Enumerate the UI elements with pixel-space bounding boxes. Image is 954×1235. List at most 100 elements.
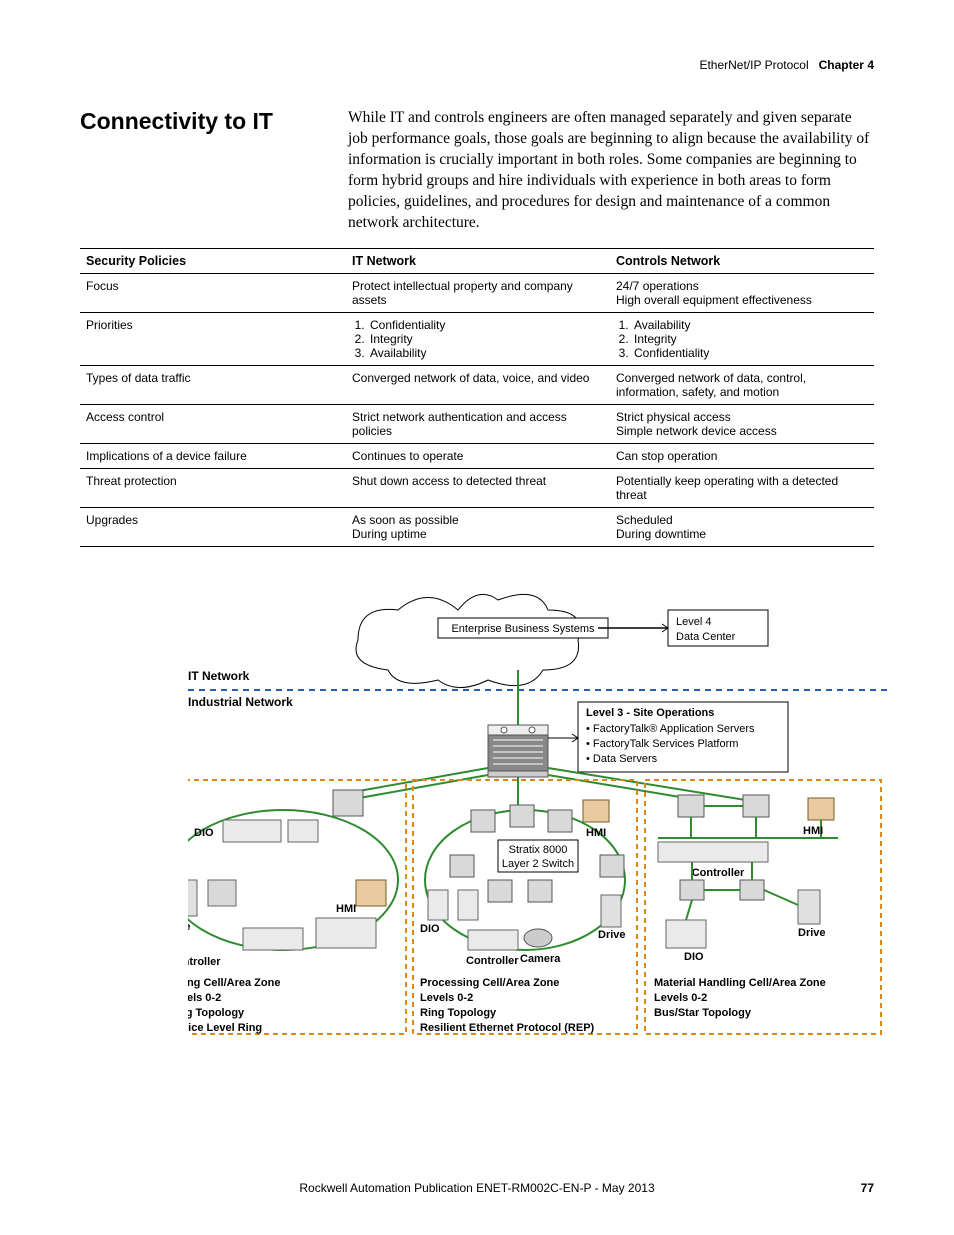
label-dio: DIO bbox=[420, 923, 440, 935]
table-row: Threat protectionShut down access to det… bbox=[80, 469, 874, 508]
page-footer: Rockwell Automation Publication ENET-RM0… bbox=[80, 1181, 874, 1195]
core-switch-icon bbox=[488, 725, 548, 777]
controls-network-cell: AvailabilityIntegrityConfidentiality bbox=[610, 313, 874, 366]
it-network-cell: Converged network of data, voice, and vi… bbox=[346, 366, 610, 405]
controls-network-cell: Potentially keep operating with a detect… bbox=[610, 469, 874, 508]
network-diagram: Enterprise Business Systems Level 4 Data… bbox=[188, 580, 888, 1040]
label-camera: Camera bbox=[520, 953, 561, 965]
publication-id: Rockwell Automation Publication ENET-RM0… bbox=[80, 1181, 874, 1195]
camera-icon bbox=[524, 929, 552, 947]
row-label: Focus bbox=[80, 274, 346, 313]
table-row: PrioritiesConfidentialityIntegrityAvaila… bbox=[80, 313, 874, 366]
list-item: Integrity bbox=[368, 332, 604, 346]
zone1-title: Filling Cell/Area Zone bbox=[188, 977, 280, 989]
it-network-cell: Strict network authentication and access… bbox=[346, 405, 610, 444]
list-item: Confidentiality bbox=[368, 318, 604, 332]
label-hmi: HMI bbox=[336, 903, 356, 915]
table-row: FocusProtect intellectual property and c… bbox=[80, 274, 874, 313]
list-item: Availability bbox=[632, 318, 868, 332]
level3-item: • FactoryTalk® Application Servers bbox=[586, 723, 755, 735]
device-icon bbox=[458, 890, 478, 920]
switch-icon bbox=[548, 810, 572, 832]
label-controller: Controller bbox=[466, 955, 519, 967]
row-label: Implications of a device failure bbox=[80, 444, 346, 469]
header-section: EtherNet/IP Protocol bbox=[699, 58, 808, 72]
row-label: Types of data traffic bbox=[80, 366, 346, 405]
level3-title: Level 3 - Site Operations bbox=[586, 707, 714, 719]
hmi-icon bbox=[808, 798, 834, 820]
controller-icon bbox=[658, 842, 768, 862]
row-label: Priorities bbox=[80, 313, 346, 366]
switch-icon bbox=[450, 855, 474, 877]
level3-item: • FactoryTalk Services Platform bbox=[586, 738, 738, 750]
device-rack-icon bbox=[316, 918, 376, 948]
col-header: IT Network bbox=[346, 249, 610, 274]
dio-module-icon bbox=[223, 820, 281, 842]
it-network-cell: As soon as possibleDuring uptime bbox=[346, 508, 610, 547]
zone3-title: Material Handling Cell/Area Zone bbox=[654, 977, 826, 989]
controls-network-cell: Strict physical accessSimple network dev… bbox=[610, 405, 874, 444]
zone1-line: Ring Topology bbox=[188, 1007, 245, 1019]
cloud-enterprise-systems: Enterprise Business Systems bbox=[356, 594, 608, 687]
it-network-cell: Protect intellectual property and compan… bbox=[346, 274, 610, 313]
label-controller: Controller bbox=[188, 956, 221, 968]
zone2-line: Resilient Ethernet Protocol (REP) bbox=[420, 1022, 595, 1034]
table-row: Access controlStrict network authenticat… bbox=[80, 405, 874, 444]
table-header-row: Security Policies IT Network Controls Ne… bbox=[80, 249, 874, 274]
level3-box: Level 3 - Site Operations • FactoryTalk®… bbox=[548, 702, 788, 772]
page: EtherNet/IP Protocol Chapter 4 Connectiv… bbox=[0, 0, 954, 1235]
header-chapter: Chapter 4 bbox=[819, 58, 874, 72]
table-row: UpgradesAs soon as possibleDuring uptime… bbox=[80, 508, 874, 547]
controls-network-cell: Converged network of data, control, info… bbox=[610, 366, 874, 405]
dio-icon bbox=[666, 920, 706, 948]
level4-line1: Level 4 bbox=[676, 616, 711, 628]
it-network-cell: Continues to operate bbox=[346, 444, 610, 469]
table-body: FocusProtect intellectual property and c… bbox=[80, 274, 874, 547]
zone3-line: Levels 0-2 bbox=[654, 992, 707, 1004]
cloud-label: Enterprise Business Systems bbox=[451, 623, 595, 635]
row-label: Access control bbox=[80, 405, 346, 444]
device-icon bbox=[288, 820, 318, 842]
switch-icon bbox=[528, 880, 552, 902]
controller-icon bbox=[243, 928, 303, 950]
switch-icon bbox=[600, 855, 624, 877]
level4-line2: Data Center bbox=[676, 631, 736, 643]
label-dio: DIO bbox=[194, 827, 214, 839]
intro-paragraph: While IT and controls engineers are ofte… bbox=[348, 108, 872, 234]
security-policies-table: Security Policies IT Network Controls Ne… bbox=[80, 248, 874, 547]
device-icon bbox=[208, 880, 236, 906]
label-drive: Drive bbox=[188, 921, 191, 933]
label-drive: Drive bbox=[798, 927, 826, 939]
controls-network-cell: 24/7 operationsHigh overall equipment ef… bbox=[610, 274, 874, 313]
col-header: Security Policies bbox=[80, 249, 346, 274]
switch-icon bbox=[740, 880, 764, 900]
table-row: Implications of a device failureContinue… bbox=[80, 444, 874, 469]
drive-icon bbox=[601, 895, 621, 927]
zone1-line: Levels 0-2 bbox=[188, 992, 221, 1004]
label-dio: DIO bbox=[684, 951, 704, 963]
page-number: 77 bbox=[861, 1181, 874, 1195]
controls-network-cell: ScheduledDuring downtime bbox=[610, 508, 874, 547]
label-hmi: HMI bbox=[586, 827, 606, 839]
hmi-icon bbox=[583, 800, 609, 822]
label-hmi: HMI bbox=[803, 825, 823, 837]
zone2-line: Ring Topology bbox=[420, 1007, 497, 1019]
industrial-network-label: Industrial Network bbox=[188, 695, 293, 709]
zone3-line: Bus/Star Topology bbox=[654, 1007, 752, 1019]
list-item: Availability bbox=[368, 346, 604, 360]
switch-icon bbox=[510, 805, 534, 827]
switch-label: Stratix 8000 bbox=[509, 844, 568, 856]
list-item: Confidentiality bbox=[632, 346, 868, 360]
controller-icon bbox=[468, 930, 518, 950]
switch-icon bbox=[471, 810, 495, 832]
switch-icon bbox=[680, 880, 704, 900]
link bbox=[548, 775, 698, 800]
it-network-cell: ConfidentialityIntegrityAvailability bbox=[346, 313, 610, 366]
running-header: EtherNet/IP Protocol Chapter 4 bbox=[699, 58, 874, 72]
hmi-icon bbox=[356, 880, 386, 906]
table-row: Types of data trafficConverged network o… bbox=[80, 366, 874, 405]
zone2-title: Processing Cell/Area Zone bbox=[420, 977, 559, 989]
list-item: Integrity bbox=[632, 332, 868, 346]
label-drive: Drive bbox=[598, 929, 626, 941]
drive-icon bbox=[798, 890, 820, 924]
